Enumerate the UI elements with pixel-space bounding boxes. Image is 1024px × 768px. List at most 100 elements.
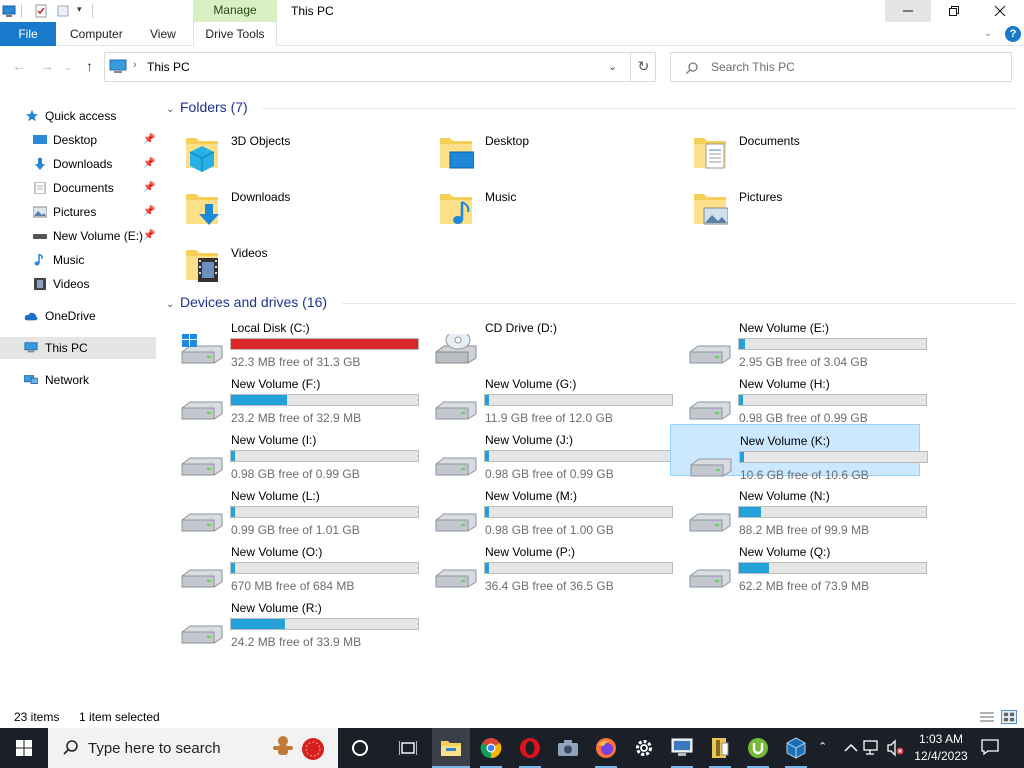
taskbar-chrome[interactable] bbox=[472, 728, 510, 768]
drive-new-volume-h[interactable]: New Volume (H:) 0.98 GB free of 0.99 GB bbox=[674, 374, 927, 426]
close-button[interactable] bbox=[977, 0, 1023, 22]
restore-button[interactable] bbox=[931, 0, 977, 22]
pin-icon[interactable]: 📌 bbox=[143, 177, 155, 199]
drives-group-header[interactable]: ⌄ Devices and drives (16) bbox=[166, 294, 327, 314]
address-dropdown-icon[interactable]: ⌄ bbox=[608, 60, 617, 73]
task-view-button[interactable] bbox=[389, 728, 427, 768]
manage-context-tab[interactable]: Manage bbox=[193, 0, 277, 22]
refresh-button[interactable]: ↻ bbox=[630, 52, 656, 82]
drive-new-volume-i[interactable]: New Volume (I:) 0.98 GB free of 0.99 GB bbox=[166, 430, 419, 482]
notification-icon[interactable] bbox=[980, 737, 1000, 757]
taskbar-utorrent[interactable] bbox=[739, 728, 777, 768]
drive-icon bbox=[181, 513, 223, 532]
new-folder-icon[interactable] bbox=[56, 4, 70, 18]
taskbar-firefox[interactable] bbox=[587, 728, 625, 768]
start-button[interactable] bbox=[0, 728, 48, 768]
taskbar-settings[interactable] bbox=[625, 728, 663, 768]
folder-3d-objects[interactable]: 3D Objects bbox=[166, 130, 416, 182]
folder-pictures[interactable]: Pictures bbox=[674, 186, 924, 238]
taskbar-archive[interactable] bbox=[701, 728, 739, 768]
sidebar-item-new-volume-e[interactable]: New Volume (E:) 📌 bbox=[0, 225, 156, 247]
computer-icon bbox=[24, 342, 38, 353]
folder-desktop[interactable]: Desktop bbox=[420, 130, 670, 182]
drive-usage-fill bbox=[231, 619, 286, 629]
tab-view[interactable]: View bbox=[150, 22, 176, 46]
sidebar-item-label: Network bbox=[45, 373, 90, 387]
customize-quick-access-icon[interactable]: ▾ bbox=[77, 4, 82, 15]
drive-new-volume-f[interactable]: New Volume (F:) 23.2 MB free of 32.9 MB bbox=[166, 374, 419, 426]
drive-new-volume-q[interactable]: New Volume (Q:) 62.2 MB free of 73.9 MB bbox=[674, 542, 927, 594]
taskbar-file-explorer[interactable] bbox=[432, 728, 470, 768]
ornament-icon bbox=[302, 738, 324, 760]
drive-new-volume-n[interactable]: New Volume (N:) 88.2 MB free of 99.9 MB bbox=[674, 486, 927, 538]
folder-music[interactable]: Music bbox=[420, 186, 670, 238]
group-title: Devices and drives (16) bbox=[180, 294, 328, 310]
sidebar-item-this-pc[interactable]: This PC bbox=[0, 337, 156, 359]
tray-overflow-icon[interactable]: ⌃ bbox=[818, 740, 827, 753]
tiles-view-icon[interactable] bbox=[1001, 710, 1017, 724]
drive-local-disk-c[interactable]: Local Disk (C:) 32.3 MB free of 31.3 GB bbox=[166, 318, 419, 370]
clock-date[interactable]: 12/4/2023 bbox=[914, 749, 968, 763]
taskbar-remote-desktop[interactable] bbox=[663, 728, 701, 768]
folders-group-header[interactable]: ⌄ Folders (7) bbox=[166, 99, 248, 119]
drive-cd-drive-d[interactable]: CD Drive (D:) bbox=[420, 318, 670, 370]
sidebar-item-desktop[interactable]: Desktop 📌 bbox=[0, 129, 156, 151]
details-view-icon[interactable] bbox=[979, 710, 995, 724]
expand-ribbon-icon[interactable]: ⌄ bbox=[984, 28, 992, 39]
sidebar-item-music[interactable]: Music bbox=[0, 249, 156, 271]
drive-usage-fill bbox=[231, 451, 235, 461]
drive-icon bbox=[689, 345, 731, 364]
taskbar-opera[interactable] bbox=[511, 728, 549, 768]
search-input[interactable]: Search This PC bbox=[670, 52, 1012, 82]
back-arrow-icon[interactable]: ← bbox=[12, 58, 26, 74]
folder-downloads[interactable]: Downloads bbox=[166, 186, 416, 238]
taskbar-camera[interactable] bbox=[549, 728, 587, 768]
pin-icon[interactable]: 📌 bbox=[143, 153, 155, 175]
forward-arrow-icon[interactable]: → bbox=[40, 58, 54, 74]
drive-new-volume-k[interactable]: New Volume (K:) 10.6 GB free of 10.6 GB bbox=[670, 424, 928, 482]
sidebar-item-network[interactable]: Network bbox=[0, 369, 156, 391]
sidebar-item-videos[interactable]: Videos bbox=[0, 273, 156, 295]
computer-icon[interactable] bbox=[2, 4, 16, 18]
sidebar-item-documents[interactable]: Documents 📌 bbox=[0, 177, 156, 199]
up-arrow-icon[interactable]: ↑ bbox=[86, 58, 93, 74]
recent-locations-icon[interactable]: ⌄ bbox=[64, 62, 72, 73]
drive-usage-fill bbox=[739, 507, 762, 517]
pin-icon[interactable]: 📌 bbox=[143, 129, 155, 151]
tab-file[interactable]: File bbox=[0, 22, 56, 46]
drive-new-volume-o[interactable]: New Volume (O:) 670 MB free of 684 MB bbox=[166, 542, 419, 594]
pin-icon[interactable]: 📌 bbox=[143, 201, 155, 223]
clock-time[interactable]: 1:03 AM bbox=[916, 732, 966, 746]
drive-label: New Volume (K:) bbox=[740, 434, 831, 448]
drive-new-volume-e[interactable]: New Volume (E:) 2.95 GB free of 3.04 GB bbox=[674, 318, 927, 370]
sidebar-item-pictures[interactable]: Pictures 📌 bbox=[0, 201, 156, 223]
folder-documents[interactable]: Documents bbox=[674, 130, 924, 182]
network-tray-icon[interactable] bbox=[863, 739, 881, 757]
window-title: This PC bbox=[291, 4, 334, 18]
drive-new-volume-r[interactable]: New Volume (R:) 24.2 MB free of 33.9 MB bbox=[166, 598, 419, 650]
breadcrumb[interactable]: This PC bbox=[147, 60, 190, 74]
drive-new-volume-m[interactable]: New Volume (M:) 0.98 GB free of 1.00 GB bbox=[420, 486, 673, 538]
pin-icon[interactable]: 📌 bbox=[143, 225, 155, 247]
chevron-up-icon[interactable] bbox=[842, 739, 860, 757]
drive-usage-bar bbox=[230, 618, 419, 630]
minimize-button[interactable] bbox=[885, 0, 931, 22]
taskbar-search-box[interactable]: Type here to search bbox=[48, 728, 338, 768]
tab-computer[interactable]: Computer bbox=[70, 22, 123, 46]
cortana-button[interactable] bbox=[341, 728, 379, 768]
drive-new-volume-g[interactable]: New Volume (G:) 11.9 GB free of 12.0 GB bbox=[420, 374, 673, 426]
tab-drive-tools[interactable]: Drive Tools bbox=[193, 22, 277, 46]
sidebar-item-quick-access[interactable]: Quick access bbox=[0, 105, 156, 127]
properties-icon[interactable] bbox=[34, 4, 48, 18]
drive-new-volume-j[interactable]: New Volume (J:) 0.98 GB free of 0.99 GB bbox=[420, 430, 673, 482]
volume-muted-icon[interactable] bbox=[886, 739, 904, 757]
drive-new-volume-p[interactable]: New Volume (P:) 36.4 GB free of 36.5 GB bbox=[420, 542, 673, 594]
help-icon[interactable]: ? bbox=[1005, 26, 1021, 42]
address-bar[interactable]: › This PC ⌄ bbox=[104, 52, 656, 82]
sidebar-item-onedrive[interactable]: OneDrive bbox=[0, 305, 156, 327]
taskbar-virtualbox[interactable] bbox=[777, 728, 815, 768]
breadcrumb-chevron-icon[interactable]: › bbox=[133, 59, 137, 71]
drive-new-volume-l[interactable]: New Volume (L:) 0.99 GB free of 1.01 GB bbox=[166, 486, 419, 538]
folder-videos[interactable]: Videos bbox=[166, 242, 416, 294]
sidebar-item-downloads[interactable]: Downloads 📌 bbox=[0, 153, 156, 175]
